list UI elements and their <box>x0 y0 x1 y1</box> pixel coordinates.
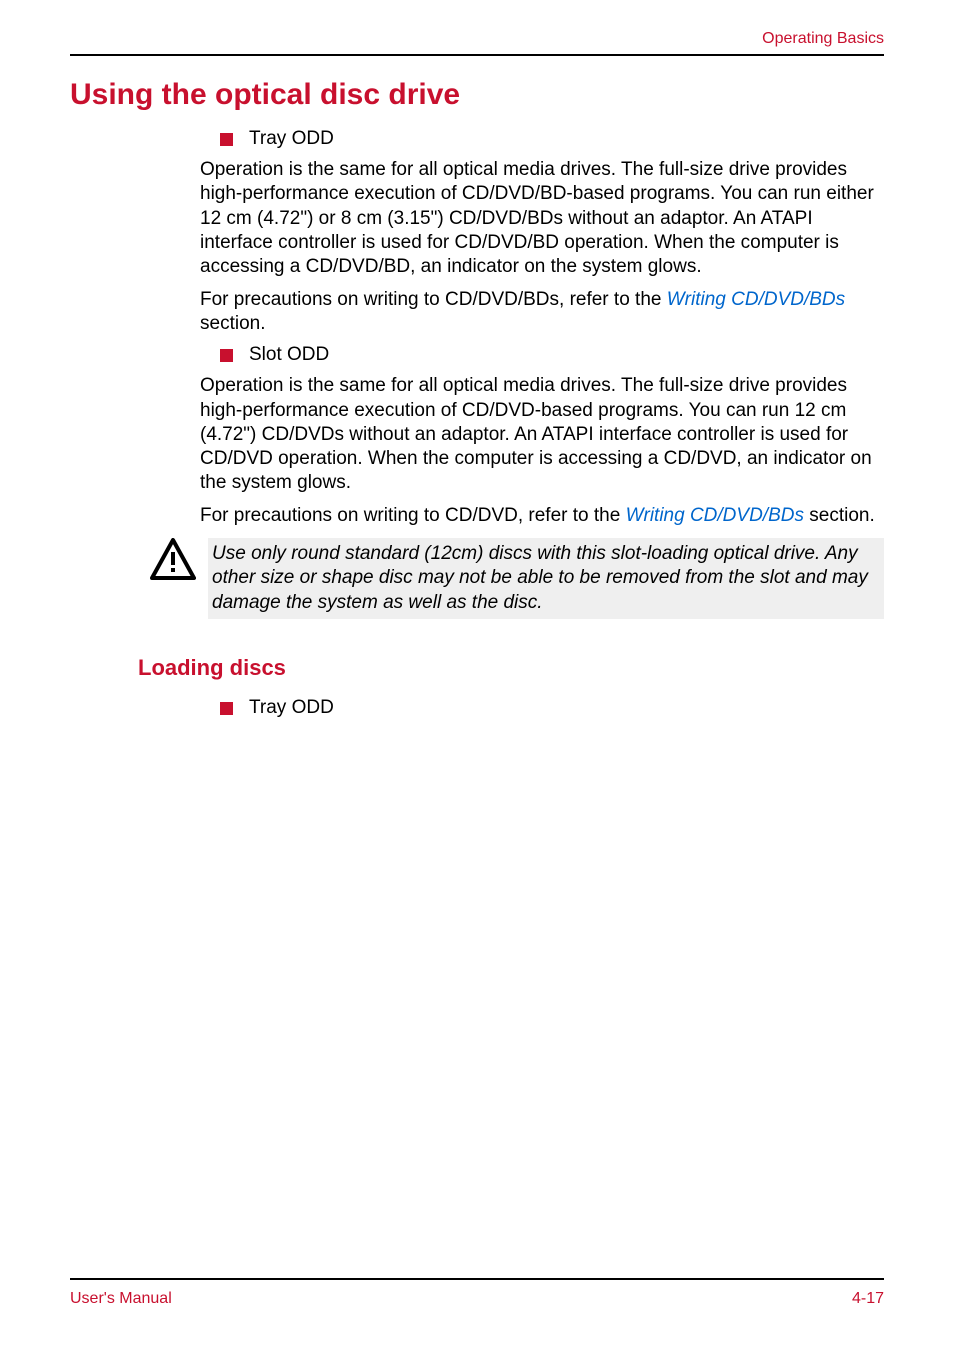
text-span: section. <box>200 313 265 334</box>
footer-manual-label: User's Manual <box>70 1290 172 1308</box>
page-footer: User's Manual 4-17 <box>70 1278 884 1308</box>
paragraph: For precautions on writing to CD/DVD, re… <box>200 504 884 528</box>
section-heading: Using the optical disc drive <box>70 78 884 112</box>
bullet-icon <box>220 349 233 362</box>
header-rule <box>70 54 884 56</box>
paragraph: Operation is the same for all optical me… <box>200 158 884 280</box>
header-title: Operating Basics <box>70 30 884 48</box>
paragraph: Operation is the same for all optical me… <box>200 374 884 496</box>
subsection-heading: Loading discs <box>138 655 884 681</box>
text-span: section. <box>804 505 875 526</box>
bullet-text: Slot ODD <box>249 344 329 366</box>
bullet-icon <box>220 133 233 146</box>
text-span: For precautions on writing to CD/DVD/BDs… <box>200 289 667 310</box>
footer-page-number: 4-17 <box>852 1290 884 1308</box>
list-item: Slot ODD <box>220 344 884 366</box>
writing-cd-dvd-bds-link[interactable]: Writing CD/DVD/BDs <box>667 289 845 310</box>
list-item: Tray ODD <box>220 697 884 719</box>
writing-cd-dvd-bds-link[interactable]: Writing CD/DVD/BDs <box>626 505 804 526</box>
text-span: For precautions on writing to CD/DVD, re… <box>200 505 626 526</box>
bullet-text: Tray ODD <box>249 128 334 150</box>
footer-rule <box>70 1278 884 1280</box>
bullet-text: Tray ODD <box>249 697 334 719</box>
paragraph: For precautions on writing to CD/DVD/BDs… <box>200 288 884 337</box>
warning-text: Use only round standard (12cm) discs wit… <box>208 538 884 619</box>
warning-icon <box>150 538 196 582</box>
bullet-icon <box>220 702 233 715</box>
warning-note: Use only round standard (12cm) discs wit… <box>150 538 884 619</box>
list-item: Tray ODD <box>220 128 884 150</box>
